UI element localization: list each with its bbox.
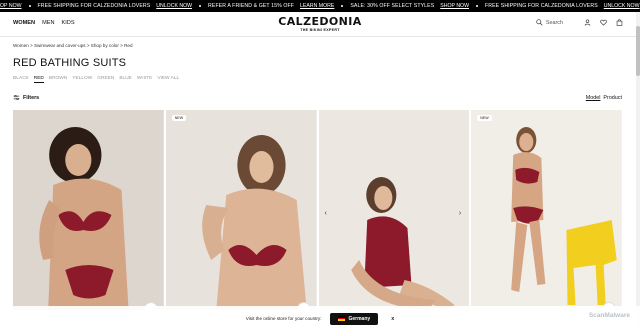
- country-select-button[interactable]: Germany: [329, 312, 379, 325]
- ticker-item: REFER A FRIEND & GET 15% OFF LEARN MORE: [208, 3, 344, 9]
- product-card[interactable]: [13, 110, 164, 310]
- search-button[interactable]: Search: [536, 19, 563, 26]
- ticker-text: SALE: 30% OFF SELECT STYLES: [350, 3, 435, 9]
- color-filter-yellow[interactable]: YELLOW: [72, 76, 92, 83]
- color-filter-black[interactable]: BLACK: [13, 76, 29, 83]
- ticker-text: FREE SHIPPING FOR CALZEDONIA LOVERS: [37, 3, 151, 9]
- close-icon[interactable]: x: [391, 316, 394, 322]
- color-filter-green[interactable]: GREEN: [97, 76, 114, 83]
- filter-sliders-icon: [13, 94, 20, 101]
- ticker-separator: [341, 5, 344, 7]
- product-card[interactable]: NEW: [165, 110, 317, 310]
- filters-label: Filters: [23, 94, 40, 101]
- filters-button[interactable]: Filters: [13, 94, 39, 101]
- ticker-link[interactable]: SHOP NOW: [440, 3, 469, 9]
- country-name: Germany: [348, 315, 371, 322]
- ticker-separator: [28, 5, 31, 7]
- ticker-item: SALE: 30% OFF SELECT STYLES SHOP NOW: [350, 3, 478, 9]
- country-selector-bar: Visit the online store for your country:…: [0, 306, 640, 331]
- product-image[interactable]: [165, 110, 317, 310]
- ticker-item: FREE SHIPPING FOR CALZEDONIA LOVERS UNLO…: [485, 3, 640, 9]
- view-toggle: Model Product: [586, 95, 622, 101]
- color-filter-brown[interactable]: BROWN: [49, 76, 67, 83]
- product-card[interactable]: ‹ ›: [318, 110, 470, 310]
- product-image[interactable]: [318, 110, 470, 310]
- color-filter-list: BLACK RED BROWN YELLOW GREEN BLUE WHITE …: [13, 76, 179, 83]
- color-filter-white[interactable]: WHITE: [137, 76, 152, 83]
- view-model-option[interactable]: Model: [586, 95, 601, 101]
- search-icon: [536, 19, 543, 26]
- ticker-separator: [476, 5, 478, 7]
- product-card[interactable]: NEW: [471, 110, 622, 310]
- ticker-link[interactable]: LEARN MORE: [300, 3, 334, 9]
- watermark: ScanMalware: [588, 312, 630, 319]
- page-scrollbar[interactable]: [636, 12, 640, 331]
- carousel-next-icon[interactable]: ›: [459, 210, 461, 217]
- brand-tagline: THE BIKINI EXPERT: [300, 28, 340, 32]
- shopping-bag-icon[interactable]: [616, 19, 623, 26]
- view-product-option[interactable]: Product: [603, 95, 622, 101]
- new-badge: NEW: [477, 115, 492, 121]
- promo-ticker: OP NOW FREE SHIPPING FOR CALZEDONIA LOVE…: [0, 0, 640, 12]
- ticker-link[interactable]: UNLOCK NOW: [604, 3, 640, 9]
- product-grid: NEW ‹ › NEW: [13, 110, 622, 310]
- product-image[interactable]: [471, 110, 622, 310]
- product-image[interactable]: [13, 110, 164, 310]
- ticker-item: FREE SHIPPING FOR CALZEDONIA LOVERS UNLO…: [38, 3, 202, 9]
- color-filter-blue[interactable]: BLUE: [119, 76, 132, 83]
- color-filter-view-all[interactable]: VIEW ALL: [157, 76, 179, 83]
- color-filter-red[interactable]: RED: [33, 76, 44, 83]
- wishlist-heart-icon[interactable]: [600, 19, 607, 26]
- account-icon[interactable]: [584, 19, 591, 26]
- breadcrumb[interactable]: Women > Swimwear and cover-ups > Shop by…: [13, 43, 133, 48]
- site-header: WOMEN MEN KIDS CALZEDONIA THE BIKINI EXP…: [0, 12, 640, 37]
- ticker-item: OP NOW: [0, 3, 31, 9]
- header-actions: Search: [536, 19, 623, 26]
- ticker-link[interactable]: UNLOCK NOW: [156, 3, 192, 9]
- ticker-text: REFER A FRIEND & GET 15% OFF: [208, 3, 295, 9]
- search-label: Search: [545, 19, 563, 26]
- ticker-link[interactable]: OP NOW: [0, 3, 22, 9]
- country-prompt: Visit the online store for your country:: [245, 316, 322, 321]
- ticker-text: FREE SHIPPING FOR CALZEDONIA LOVERS: [485, 3, 598, 9]
- carousel-prev-icon[interactable]: ‹: [325, 210, 327, 217]
- new-badge: NEW: [171, 115, 187, 121]
- page-title: RED BATHING SUITS: [13, 57, 127, 69]
- ticker-separator: [199, 5, 202, 7]
- germany-flag-icon: [337, 316, 345, 322]
- scrollbar-thumb[interactable]: [636, 26, 640, 76]
